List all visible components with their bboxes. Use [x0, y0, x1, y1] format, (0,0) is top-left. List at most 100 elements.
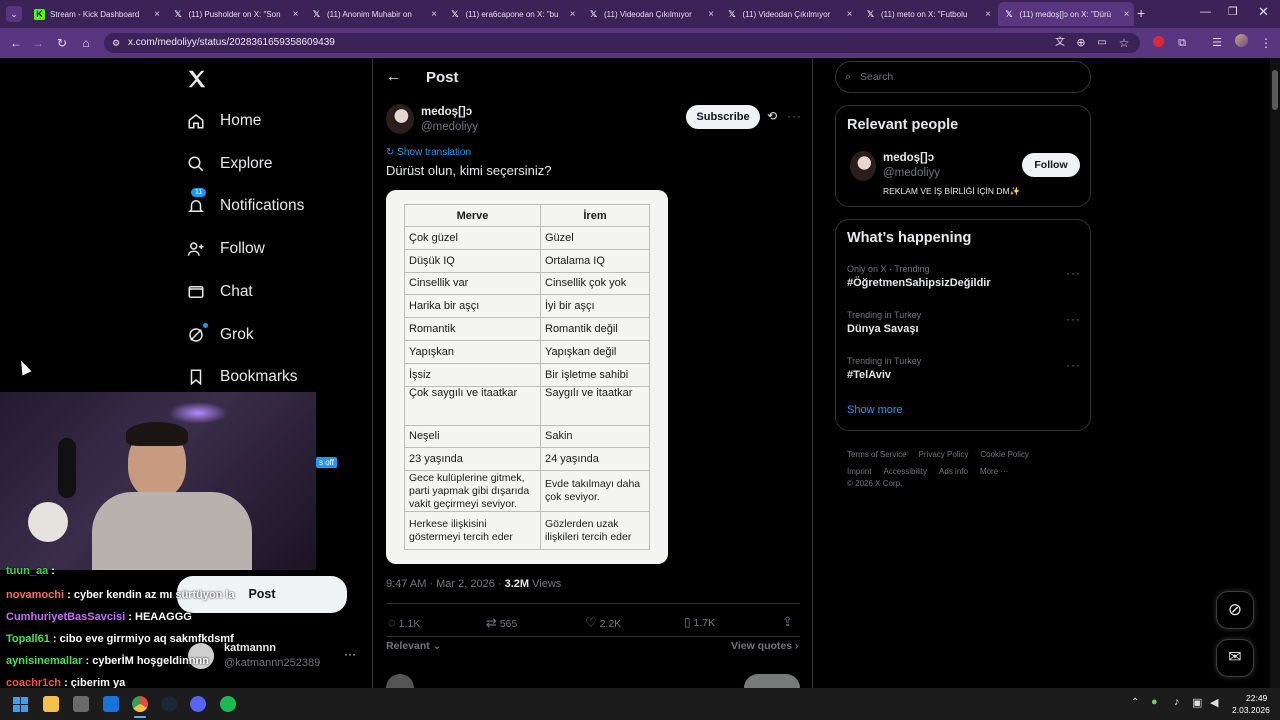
new-tab-button[interactable]: +: [1137, 5, 1145, 21]
person-avatar[interactable]: [850, 151, 876, 181]
site-info-icon[interactable]: ⚙: [112, 33, 120, 53]
tray-app-icon[interactable]: ●: [1151, 696, 1158, 708]
profile-avatar[interactable]: [1231, 33, 1251, 53]
close-tab-icon[interactable]: ×: [566, 9, 580, 20]
discord-icon[interactable]: [190, 696, 206, 712]
footer-link[interactable]: Imprint: [847, 467, 871, 476]
bookmark-button[interactable]: ▯ 1.7K: [684, 615, 715, 629]
browser-tab[interactable]: 𝕏 (11) Pusholder on X: "Son ×: [167, 2, 303, 26]
footer-link[interactable]: Cookie Policy: [980, 450, 1028, 459]
browser-tab[interactable]: 𝕏 (11) Videodan Çıkılmıyor ×: [582, 2, 718, 26]
post-timestamp[interactable]: 9:47 AM · Mar 2, 2026 ·: [386, 578, 505, 590]
address-bar[interactable]: ⚙ x.com/medoliyy/status/20283616593586094…: [104, 33, 1140, 53]
account-menu-icon[interactable]: ···: [344, 647, 356, 661]
browser-tab[interactable]: K Stream - Kick Dashboard ×: [28, 2, 164, 26]
reload-icon[interactable]: ↻: [52, 33, 72, 53]
close-tab-icon[interactable]: ×: [1120, 9, 1134, 20]
footer-link[interactable]: Ads info: [939, 467, 968, 476]
windows-start-icon[interactable]: [13, 697, 28, 712]
repost-button[interactable]: ⇄ 565: [486, 615, 517, 631]
trend-name[interactable]: #TelAviv: [847, 369, 891, 381]
browser-menu-icon[interactable]: ⋮: [1256, 33, 1276, 53]
maximize-button[interactable]: ❐: [1228, 5, 1238, 18]
author-handle[interactable]: @medoliyy: [421, 121, 478, 133]
chrome-icon[interactable]: [132, 696, 148, 712]
outlook-icon[interactable]: [103, 696, 119, 712]
grok-float-button[interactable]: ⊘: [1216, 591, 1254, 629]
network-icon[interactable]: ▣: [1192, 696, 1202, 709]
more-options-icon[interactable]: ···: [787, 109, 802, 123]
trend-name[interactable]: Dünya Savaşı: [847, 323, 919, 335]
x-logo-icon[interactable]: [186, 68, 208, 90]
reply-avatar[interactable]: [386, 674, 414, 688]
forward-icon[interactable]: →: [28, 33, 48, 53]
person-handle[interactable]: @medoliyy: [883, 167, 940, 179]
spotify-icon[interactable]: [220, 696, 236, 712]
close-tab-icon[interactable]: ×: [981, 9, 995, 20]
footer-link[interactable]: Privacy Policy: [919, 450, 969, 459]
cast-icon[interactable]: ▭: [1092, 33, 1112, 53]
clock-date[interactable]: 2.03.2026: [1232, 705, 1270, 715]
trend-more-icon[interactable]: ···: [1066, 266, 1081, 280]
extensions-icon[interactable]: ⧉: [1172, 33, 1192, 53]
zoom-icon[interactable]: ⊕: [1071, 33, 1091, 53]
volume-icon[interactable]: ◀: [1210, 696, 1218, 709]
close-tab-icon[interactable]: ×: [704, 9, 718, 20]
close-tab-icon[interactable]: ×: [289, 9, 303, 20]
footer-link[interactable]: Accessibility: [883, 467, 927, 476]
reply-button[interactable]: ◌ 1.1K: [388, 615, 420, 630]
browser-tab[interactable]: 𝕏 (11) medoş[]ɔ on X: "Dürü ×: [997, 2, 1134, 26]
translate-icon[interactable]: 文: [1050, 33, 1070, 53]
nav-item-notifications[interactable]: 11 Notifications: [186, 188, 304, 216]
file-explorer-icon[interactable]: [43, 696, 59, 712]
messages-float-button[interactable]: ✉: [1216, 639, 1254, 677]
close-window-button[interactable]: ✕: [1258, 4, 1269, 20]
trend-more-icon[interactable]: ···: [1066, 358, 1081, 372]
footer-link[interactable]: More ···: [980, 467, 1008, 476]
show-more-link[interactable]: Show more: [847, 404, 903, 416]
back-icon[interactable]: ←: [6, 33, 26, 53]
nav-item-grok[interactable]: Grok: [186, 322, 254, 345]
clock-time[interactable]: 22:49: [1246, 693, 1267, 703]
nav-item-bookmarks[interactable]: Bookmarks: [186, 367, 298, 387]
reply-sort-dropdown[interactable]: Relevant ⌄: [386, 640, 442, 652]
tray-chevron-icon[interactable]: ⌃: [1131, 697, 1139, 708]
bookmark-star-icon[interactable]: ☆: [1114, 33, 1134, 53]
share-icon[interactable]: ⇪: [782, 614, 793, 630]
steam-icon[interactable]: [161, 696, 177, 712]
close-tab-icon[interactable]: ×: [427, 9, 441, 20]
follow-button[interactable]: Follow: [1022, 153, 1080, 177]
nav-item-follow[interactable]: Follow: [186, 239, 265, 259]
trend-more-icon[interactable]: ···: [1066, 312, 1081, 326]
reply-button-partial[interactable]: [744, 674, 800, 688]
person-name[interactable]: medoş[]ɔ: [883, 152, 934, 164]
nav-item-chat[interactable]: Chat: [186, 282, 253, 302]
view-quotes-link[interactable]: View quotes ›: [731, 640, 799, 652]
nav-item-home[interactable]: Home: [186, 111, 261, 131]
search-input[interactable]: Search: [860, 71, 893, 83]
close-tab-icon[interactable]: ×: [150, 9, 164, 20]
footer-link[interactable]: Terms of Service: [847, 450, 907, 459]
author-avatar[interactable]: [386, 104, 414, 134]
microphone-icon[interactable]: ♪: [1174, 696, 1180, 708]
browser-tab[interactable]: 𝕏 (11) Anonim Muhabir on ×: [305, 2, 441, 26]
minimize-button[interactable]: —: [1200, 6, 1211, 18]
reading-list-icon[interactable]: ☰: [1207, 33, 1227, 53]
browser-tab[interactable]: 𝕏 (11) Videodan Çıkılmıyor ×: [721, 2, 857, 26]
home-browser-icon[interactable]: ⌂: [76, 33, 96, 53]
author-name[interactable]: medoş[]ɔ: [421, 106, 472, 118]
back-arrow-icon[interactable]: ←: [386, 68, 401, 85]
tab-search-icon[interactable]: ⌄: [6, 6, 22, 22]
search-box[interactable]: ⌕ Search: [835, 61, 1091, 93]
browser-tab[interactable]: 𝕏 (11) era6capone on X: "bu ×: [444, 2, 580, 26]
show-translation-link[interactable]: ↻ Show translation: [386, 147, 471, 158]
extension-red-icon[interactable]: [1148, 33, 1168, 53]
calculator-icon[interactable]: [73, 696, 89, 712]
page-scrollbar[interactable]: [1270, 58, 1280, 688]
nav-item-explore[interactable]: Explore: [186, 154, 273, 174]
browser-tab[interactable]: 𝕏 (11) meto on X: "Futbolu ×: [859, 2, 995, 26]
like-button[interactable]: ♡ 2.2K: [585, 615, 621, 631]
scrollbar-thumb[interactable]: [1272, 70, 1278, 110]
grok-explain-icon[interactable]: ⟲: [767, 109, 777, 123]
close-tab-icon[interactable]: ×: [843, 9, 857, 20]
